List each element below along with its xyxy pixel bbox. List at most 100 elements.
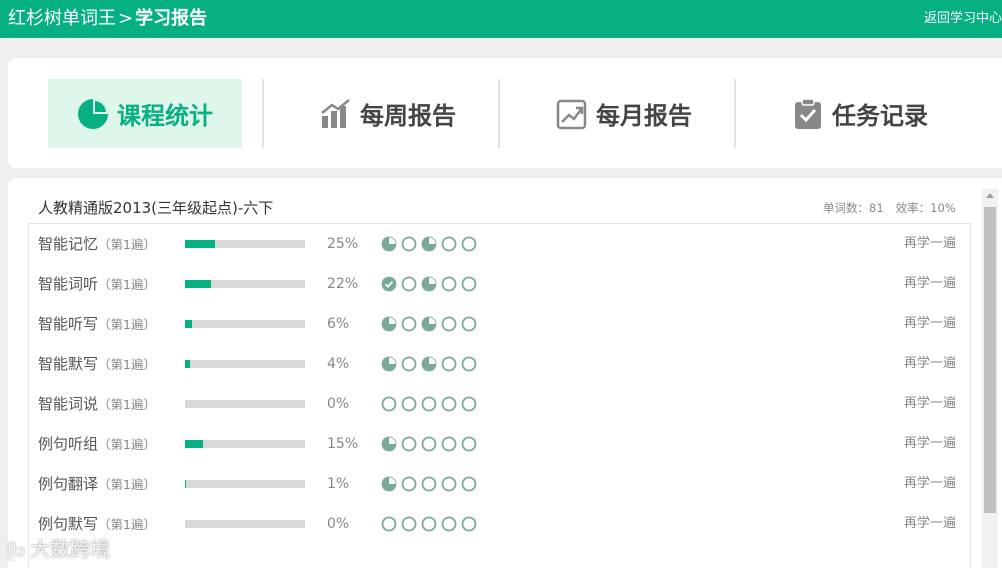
stage-circles [381, 396, 481, 412]
pass-count: （第1遍） [98, 477, 156, 492]
partial-stage-icon [381, 476, 397, 492]
stage-circles [381, 476, 481, 492]
relearn-button[interactable]: 再学一遍 [904, 435, 956, 453]
breadcrumb-app[interactable]: 红杉树单词王 [8, 8, 116, 29]
empty-stage-icon [401, 436, 417, 452]
pass-count: （第1遍） [98, 397, 156, 412]
empty-stage-icon [401, 516, 417, 532]
mode-name: 智能听写 [38, 315, 99, 333]
mode-name: 智能词说 [38, 395, 99, 413]
progress-fill [185, 440, 203, 448]
partial-stage-icon [421, 316, 437, 332]
completed-stage-icon [381, 276, 397, 292]
stage-circles [381, 316, 481, 332]
mode-name: 例句听组 [38, 435, 99, 453]
progress-row: 智能默写（第1遍） 4% 再学一遍 [29, 344, 970, 384]
empty-stage-icon [381, 516, 397, 532]
relearn-button[interactable]: 再学一遍 [904, 355, 956, 373]
mode-name: 例句默写 [38, 515, 99, 533]
progress-row: 例句默写（第1遍） 0% 再学一遍 [29, 504, 970, 544]
progress-bar [185, 480, 305, 488]
relearn-button[interactable]: 再学一遍 [904, 235, 956, 253]
partial-stage-icon [421, 356, 437, 372]
empty-stage-icon [401, 396, 417, 412]
empty-stage-icon [441, 396, 457, 412]
empty-stage-icon [381, 396, 397, 412]
empty-stage-icon [441, 436, 457, 452]
partial-stage-icon [381, 316, 397, 332]
empty-stage-icon [461, 516, 477, 532]
empty-stage-icon [421, 396, 437, 412]
empty-stage-icon [401, 236, 417, 252]
empty-stage-icon [461, 396, 477, 412]
relearn-button[interactable]: 再学一遍 [904, 315, 956, 333]
tab-divider [262, 79, 264, 148]
watermark: ᥫᩣ 大数跨境 [8, 537, 111, 561]
tab-label: 课程统计 [117, 102, 213, 130]
mode-name: 例句翻译 [38, 475, 99, 493]
tab-course-stats[interactable]: 课程统计 [48, 79, 242, 148]
progress-bar [185, 520, 305, 528]
empty-stage-icon [441, 236, 457, 252]
stage-circles [381, 276, 481, 292]
progress-fill [185, 360, 190, 368]
scrollbar-thumb[interactable] [984, 207, 996, 513]
tab-monthly-report[interactable]: 每月报告 [514, 79, 734, 148]
tab-weekly-report[interactable]: 每周报告 [278, 79, 498, 148]
mode-name: 智能默写 [38, 355, 99, 373]
relearn-button[interactable]: 再学一遍 [904, 515, 956, 533]
empty-stage-icon [421, 476, 437, 492]
relearn-button[interactable]: 再学一遍 [904, 395, 956, 413]
empty-stage-icon [441, 516, 457, 532]
progress-percent: 0% [327, 516, 350, 532]
empty-stage-icon [401, 476, 417, 492]
course-stats-panel: 人教精通版2013(三年级起点)-六下 单词数：81 效率：10% 智能记忆（第1… [8, 178, 1002, 568]
empty-stage-icon [461, 356, 477, 372]
pass-count: （第1遍） [98, 517, 156, 532]
vertical-scrollbar[interactable] [982, 189, 998, 568]
relearn-button[interactable]: 再学一遍 [904, 275, 956, 293]
progress-percent: 0% [327, 396, 350, 412]
progress-row: 例句听组（第1遍） 15% 再学一遍 [29, 424, 970, 464]
progress-fill [185, 280, 212, 288]
stage-circles [381, 236, 481, 252]
progress-percent: 25% [327, 236, 359, 252]
back-to-study-center-link[interactable]: 返回学习中心 [924, 10, 1002, 28]
progress-bar [185, 360, 305, 368]
progress-percent: 6% [327, 316, 350, 332]
progress-row: 智能词说（第1遍） 0% 再学一遍 [29, 384, 970, 424]
empty-stage-icon [401, 276, 417, 292]
empty-stage-icon [421, 436, 437, 452]
progress-percent: 1% [327, 476, 350, 492]
progress-list: 智能记忆（第1遍） 25% 再学一遍 智能词听（第1遍） 22% 再学一遍 智能… [28, 223, 971, 568]
efficiency: 效率：10% [895, 201, 956, 215]
bar-chart-icon [320, 98, 352, 130]
progress-fill [185, 240, 215, 248]
partial-stage-icon [421, 236, 437, 252]
progress-fill [185, 320, 193, 328]
mode-name: 智能词听 [38, 275, 99, 293]
empty-stage-icon [461, 316, 477, 332]
breadcrumb: 红杉树单词王 > 学习报告 [8, 7, 207, 31]
tab-task-record[interactable]: 任务记录 [750, 79, 970, 148]
partial-stage-icon [421, 276, 437, 292]
word-count: 单词数：81 [823, 201, 884, 215]
pass-count: （第1遍） [98, 277, 156, 292]
progress-bar [185, 280, 305, 288]
empty-stage-icon [461, 436, 477, 452]
empty-stage-icon [441, 356, 457, 372]
scroll-up-arrow-icon[interactable] [986, 193, 994, 198]
partial-stage-icon [381, 356, 397, 372]
tab-label: 每周报告 [360, 102, 456, 130]
pass-count: （第1遍） [98, 237, 156, 252]
relearn-button[interactable]: 再学一遍 [904, 475, 956, 493]
stage-circles [381, 436, 481, 452]
stage-circles [381, 356, 481, 372]
pass-count: （第1遍） [98, 437, 156, 452]
progress-bar [185, 320, 305, 328]
progress-percent: 4% [327, 356, 350, 372]
progress-bar [185, 400, 305, 408]
report-tabs: 课程统计 每周报告 每月报告 任务记录 [8, 58, 1002, 168]
mode-name: 智能记忆 [38, 235, 99, 253]
breadcrumb-separator: > [118, 8, 134, 29]
